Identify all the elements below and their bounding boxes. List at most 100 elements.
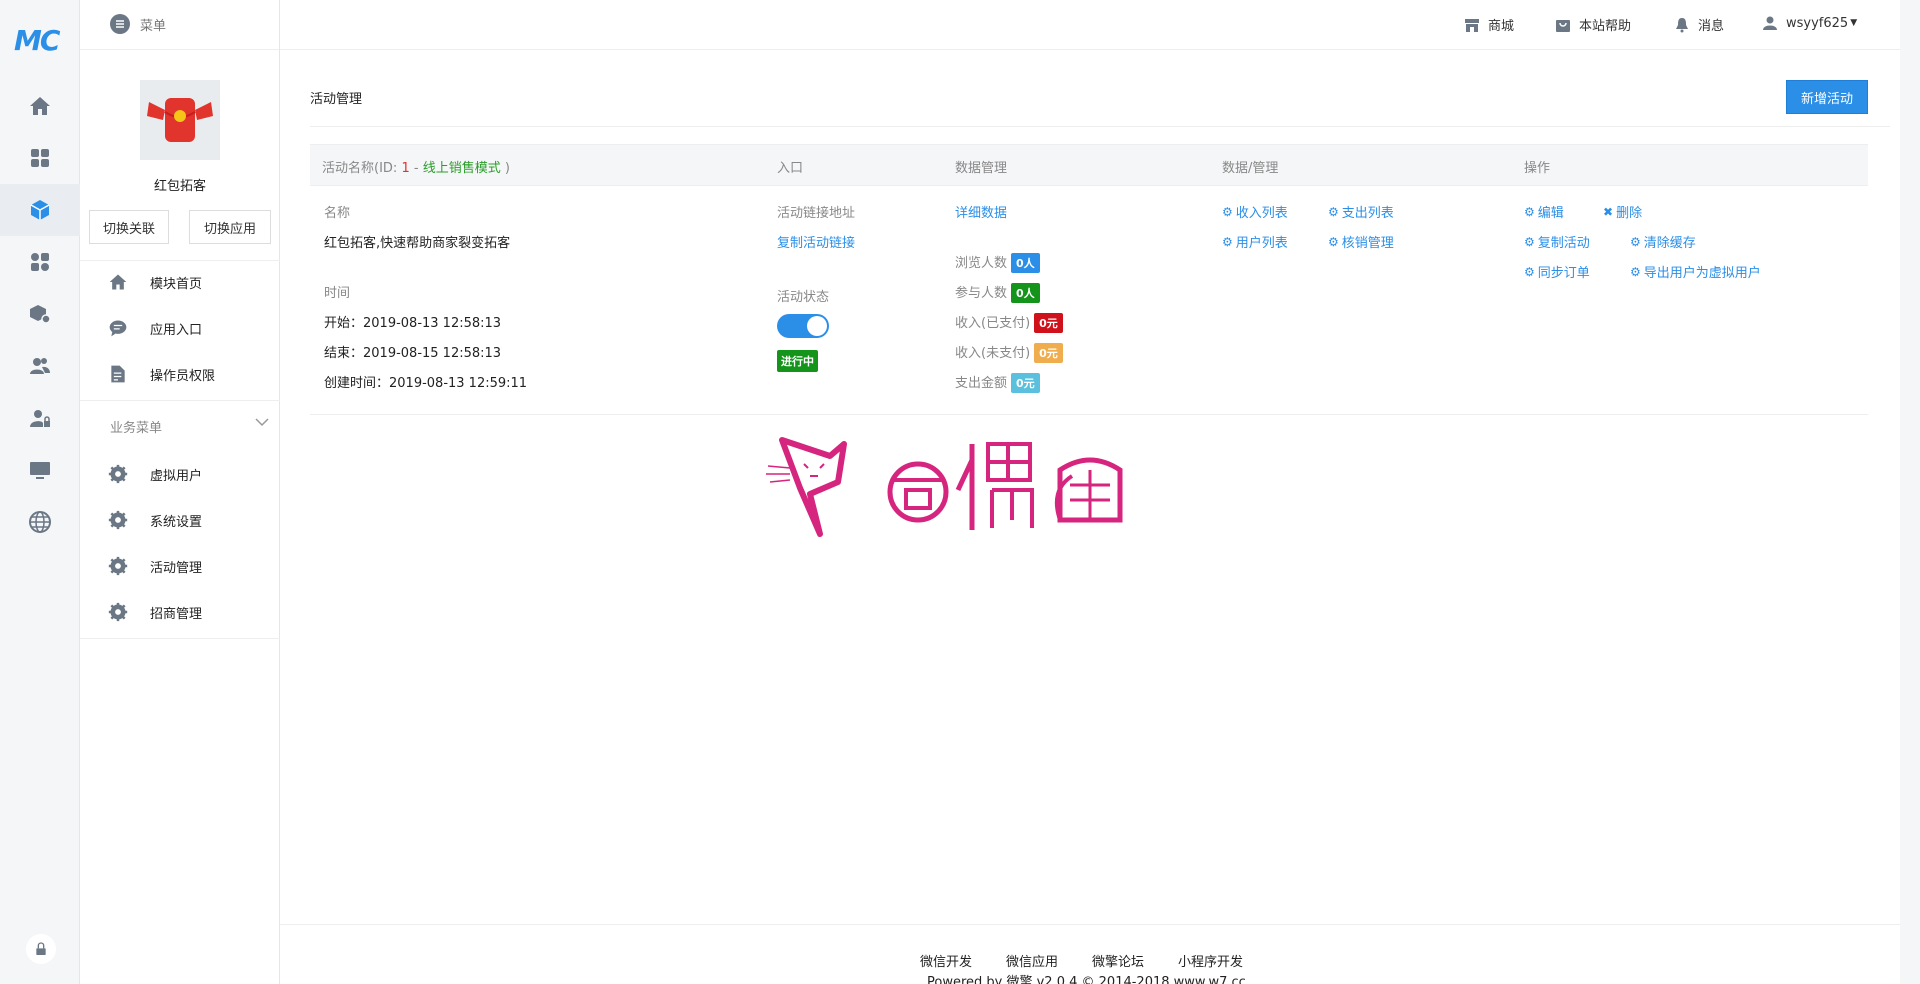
gear-icon: ⚙ [1328,234,1339,249]
copy-activity-button[interactable]: ⚙ 复制活动 [1524,232,1590,252]
col-actions: 操作 [1524,161,1551,176]
sidebar-item-label: 操作员权限 [150,368,216,384]
gear-icon: ⚙ [1524,204,1535,219]
home-icon [109,274,127,290]
nav-messages[interactable]: 消息 [1674,15,1724,34]
activity-id: 1 [401,161,410,176]
end-time: 结束：2019-08-15 12:58:13 [324,346,502,361]
start-time: 开始：2019-08-13 12:58:13 [324,316,502,331]
verification-link[interactable]: ⚙ 核销管理 [1328,232,1394,252]
footer-link[interactable]: 小程序开发 [1178,951,1243,970]
sync-orders-button[interactable]: ⚙ 同步订单 [1524,262,1590,282]
gear-icon [108,556,128,576]
switch-app-button[interactable]: 切换应用 [189,210,271,244]
user-icon [1763,16,1777,30]
footer: 微信开发 微信应用 微擎论坛 小程序开发 Powered by 微擎 v2.0.… [280,924,1900,984]
stat-expense: 支出金额 0元 [955,372,1040,393]
col-activity-name: 活动名称(ID: 1 - 线上销售模式 ) [322,161,510,176]
stat-income-unpaid-value: 0元 [1034,343,1063,363]
gear-icon: ⚙ [1524,264,1535,279]
cube-icon[interactable] [0,184,80,236]
watermark-logo [766,437,1123,537]
user-menu[interactable]: wsyyf625 ▼ [1762,15,1857,31]
gear-icon: ⚙ [1524,234,1535,249]
nav-help[interactable]: 本站帮助 [1555,15,1631,34]
activity-name: 红包拓客,快速帮助商家裂变拓客 [324,236,511,251]
copyright: Powered by 微擎 v2.0.4 © 2014-2018 www.w7.… [927,975,1246,984]
sidebar-item-virtual-users[interactable]: 虚拟用户 [108,460,202,488]
globe-icon[interactable] [0,496,80,548]
biz-menu-title: 业务菜单 [110,421,163,436]
name-label: 名称 [324,206,351,221]
nav-messages-label: 消息 [1698,19,1725,34]
copy-link[interactable]: 复制活动链接 [777,232,855,251]
sidebar-item-merchant-management[interactable]: 招商管理 [108,598,202,626]
clear-cache-button[interactable]: ⚙ 清除缓存 [1630,232,1696,252]
gear-icon [108,510,128,530]
status-badge: 进行中 [777,350,818,372]
user-lock-icon[interactable] [0,392,80,444]
sidebar-item-label: 系统设置 [150,514,203,530]
chevron-down-icon[interactable] [255,416,269,430]
footer-link[interactable]: 微信开发 [920,951,972,970]
col-data-admin: 数据/管理 [1222,161,1279,176]
sidebar-item-label: 虚拟用户 [150,468,203,484]
edit-button[interactable]: ⚙ 编辑 [1524,202,1564,222]
gear-icon: ⚙ [1630,234,1641,249]
nav-help-label: 本站帮助 [1579,19,1632,34]
stat-views-value: 0人 [1011,253,1040,273]
menu-toggle[interactable]: 菜单 [110,14,166,34]
monitor-icon[interactable] [0,444,80,496]
gear-icon [108,464,128,484]
stat-views: 浏览人数 0人 [955,252,1040,273]
sidebar-item-label: 活动管理 [150,560,203,576]
gear-icon [108,602,128,622]
gear-icon: ⚙ [1222,204,1233,219]
gear-icon: ⚙ [1328,204,1339,219]
stat-expense-value: 0元 [1011,373,1040,393]
sidebar-item-module-home[interactable]: 模块首页 [108,268,202,296]
nav-shop[interactable]: 商城 [1464,15,1514,34]
app-logo [140,80,220,160]
time-label: 时间 [324,286,351,301]
username: wsyyf625 [1786,15,1849,31]
footer-link[interactable]: 微信应用 [1006,951,1058,970]
switch-link-button[interactable]: 切换关联 [89,210,169,244]
detail-data-link[interactable]: 详细数据 [955,202,1007,221]
activity-mode: 线上销售模式 [422,161,501,176]
footer-link[interactable]: 微擎论坛 [1092,951,1144,970]
sidebar-item-operator-permissions[interactable]: 操作员权限 [108,360,215,388]
income-list-link[interactable]: ⚙ 收入列表 [1222,202,1288,222]
export-users-button[interactable]: ⚙ 导出用户为虚拟用户 [1630,262,1761,282]
store-icon [1465,18,1479,32]
stat-participants: 参与人数 0人 [955,282,1040,303]
sidebar-item-system-settings[interactable]: 系统设置 [108,506,202,534]
sidebar-item-label: 模块首页 [150,276,203,292]
home-icon[interactable] [0,80,80,132]
gear-icon: ⚙ [1222,234,1233,249]
lock-icon[interactable] [26,934,56,964]
gear-icon: ⚙ [1630,264,1641,279]
expense-list-link[interactable]: ⚙ 支出列表 [1328,202,1394,222]
package-icon[interactable] [0,288,80,340]
users-icon[interactable] [0,340,80,392]
close-icon: ✖ [1603,204,1614,219]
user-list-link[interactable]: ⚙ 用户列表 [1222,232,1288,252]
main-content: 活动管理 新增活动 活动名称(ID: 1 - 线上销售模式 ) 入口 数据管理 … [280,50,1900,984]
sidebar-item-activity-management[interactable]: 活动管理 [108,552,202,580]
bell-icon [1676,17,1688,32]
app-name: 红包拓客 [153,179,206,194]
sidebar-item-app-entry[interactable]: 应用入口 [108,314,202,342]
apps-grid-icon[interactable] [0,132,80,184]
module-sidebar: 菜单 红包拓客 切换关联 切换应用 模块首页 应用入口 操作员权限 业务菜单 虚… [80,0,280,984]
add-activity-button[interactable]: 新增活动 [1786,80,1868,114]
col-entry: 入口 [777,161,804,176]
bag-icon [1556,19,1570,32]
document-icon [111,365,125,383]
logo: MC [14,24,60,57]
delete-button[interactable]: ✖ 删除 [1603,202,1642,222]
status-toggle[interactable] [777,314,829,338]
caret-down-icon: ▼ [1850,18,1858,28]
created-time: 创建时间：2019-08-13 12:59:11 [324,376,528,391]
module-icon[interactable] [0,236,80,288]
